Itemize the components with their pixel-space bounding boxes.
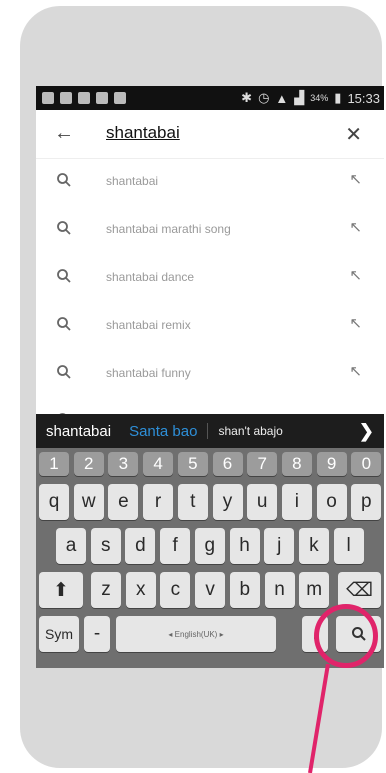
mail-icon [60, 92, 72, 104]
key-5[interactable]: 5 [177, 452, 208, 476]
key-b[interactable]: b [229, 572, 260, 608]
key-6[interactable]: 6 [212, 452, 243, 476]
prediction-divider [207, 423, 209, 439]
search-icon [57, 269, 71, 283]
key-s[interactable]: s [90, 528, 121, 564]
dash-key[interactable]: - [84, 616, 110, 652]
key-3[interactable]: 3 [108, 452, 139, 476]
arrow-up-left-icon[interactable]: ↖ [349, 170, 362, 188]
notification-icon [42, 92, 54, 104]
shift-key[interactable]: ⬆ [39, 572, 83, 608]
key-w[interactable]: w [73, 484, 104, 520]
key-f[interactable]: f [160, 528, 191, 564]
key-0[interactable]: 0 [351, 452, 382, 476]
prediction-2[interactable]: Santa bao [129, 423, 197, 440]
key-8[interactable]: 8 [281, 452, 312, 476]
key-r[interactable]: r [143, 484, 174, 520]
suggestion-item[interactable]: shantabai remix ↖ [36, 302, 384, 350]
pointer-line [308, 664, 330, 773]
arrow-up-left-icon[interactable]: ↖ [349, 266, 362, 284]
arrow-up-left-icon[interactable]: ↖ [349, 314, 362, 332]
suggestion-item[interactable]: shantabai funny ↖ [36, 350, 384, 398]
suggestion-text: shantabai dance [106, 270, 195, 284]
key-e[interactable]: e [108, 484, 139, 520]
suggestion-item[interactable]: shantabai ↖ [36, 158, 384, 206]
gallery-icon [96, 92, 108, 104]
key-z[interactable]: z [91, 572, 121, 608]
key-c[interactable]: c [160, 572, 191, 608]
search-bar: ← shantabai ✕ [36, 110, 384, 159]
key-m[interactable]: m [299, 572, 330, 608]
phone-screen: ✱ ◷ ▲ ▟ 34% ▮ 15:33 ← shantabai ✕ shanta… [36, 86, 384, 668]
clock: 15:33 [347, 90, 380, 106]
key-u[interactable]: u [247, 484, 278, 520]
usb-icon [114, 92, 126, 104]
key-1[interactable]: 1 [39, 452, 69, 476]
key-x[interactable]: x [125, 572, 156, 608]
arrow-left-icon[interactable]: ← [54, 122, 74, 145]
search-icon [57, 221, 71, 235]
suggestion-text: shantabai marathi song [106, 222, 231, 236]
key-7[interactable]: 7 [247, 452, 278, 476]
key-p[interactable]: p [351, 484, 382, 520]
backspace-icon: ⌫ [346, 579, 373, 601]
facebook-icon [78, 92, 90, 104]
signal-icon: ▟ [294, 90, 305, 105]
key-t[interactable]: t [177, 484, 208, 520]
key-9[interactable]: 9 [316, 452, 347, 476]
arrow-up-left-icon[interactable]: ↖ [349, 362, 362, 380]
search-icon [57, 173, 71, 187]
suggestion-item[interactable]: shantabai dance ↖ [36, 254, 384, 302]
suggestion-text: shantabai remix [106, 318, 191, 332]
key-2[interactable]: 2 [73, 452, 104, 476]
shift-icon: ⬆ [53, 579, 69, 601]
battery-percent: 34% [310, 93, 329, 103]
key-l[interactable]: l [333, 528, 364, 564]
chevron-right-icon[interactable]: ❯ [359, 421, 374, 442]
search-icon [57, 317, 71, 331]
key-v[interactable]: v [195, 572, 226, 608]
key-o[interactable]: o [316, 484, 347, 520]
search-icon [57, 365, 71, 379]
search-input[interactable]: shantabai [106, 123, 180, 143]
key-d[interactable]: d [125, 528, 156, 564]
bluetooth-icon: ✱ [241, 90, 253, 105]
status-bar: ✱ ◷ ▲ ▟ 34% ▮ 15:33 [36, 86, 384, 110]
key-n[interactable]: n [264, 572, 295, 608]
key-h[interactable]: h [229, 528, 260, 564]
arrow-up-left-icon[interactable]: ↖ [349, 218, 362, 236]
suggestion-text: shantabai [106, 174, 159, 188]
key-y[interactable]: y [212, 484, 243, 520]
prediction-3[interactable]: shan't abajo [218, 424, 282, 438]
key-g[interactable]: g [194, 528, 225, 564]
key-q[interactable]: q [39, 484, 69, 520]
suggestion-item[interactable]: shantabai marathi song ↖ [36, 206, 384, 254]
alarm-icon: ◷ [258, 90, 270, 105]
prediction-1[interactable]: shantabai [36, 423, 111, 440]
key-j[interactable]: j [264, 528, 295, 564]
highlight-circle [314, 604, 378, 668]
close-icon[interactable]: ✕ [345, 122, 362, 147]
wifi-icon: ▲ [275, 90, 289, 106]
key-i[interactable]: i [281, 484, 312, 520]
battery-icon: ▮ [334, 90, 342, 105]
key-a[interactable]: a [56, 528, 86, 564]
sym-key[interactable]: Sym [39, 616, 79, 652]
key-4[interactable]: 4 [143, 452, 174, 476]
prediction-bar: shantabai Santa bao shan't abajo ❯ [36, 414, 384, 448]
backspace-key[interactable]: ⌫ [338, 572, 381, 608]
space-bar[interactable]: ◂ English(UK) ▸ [116, 616, 276, 652]
suggestion-text: shantabai funny [106, 366, 191, 380]
key-k[interactable]: k [298, 528, 329, 564]
